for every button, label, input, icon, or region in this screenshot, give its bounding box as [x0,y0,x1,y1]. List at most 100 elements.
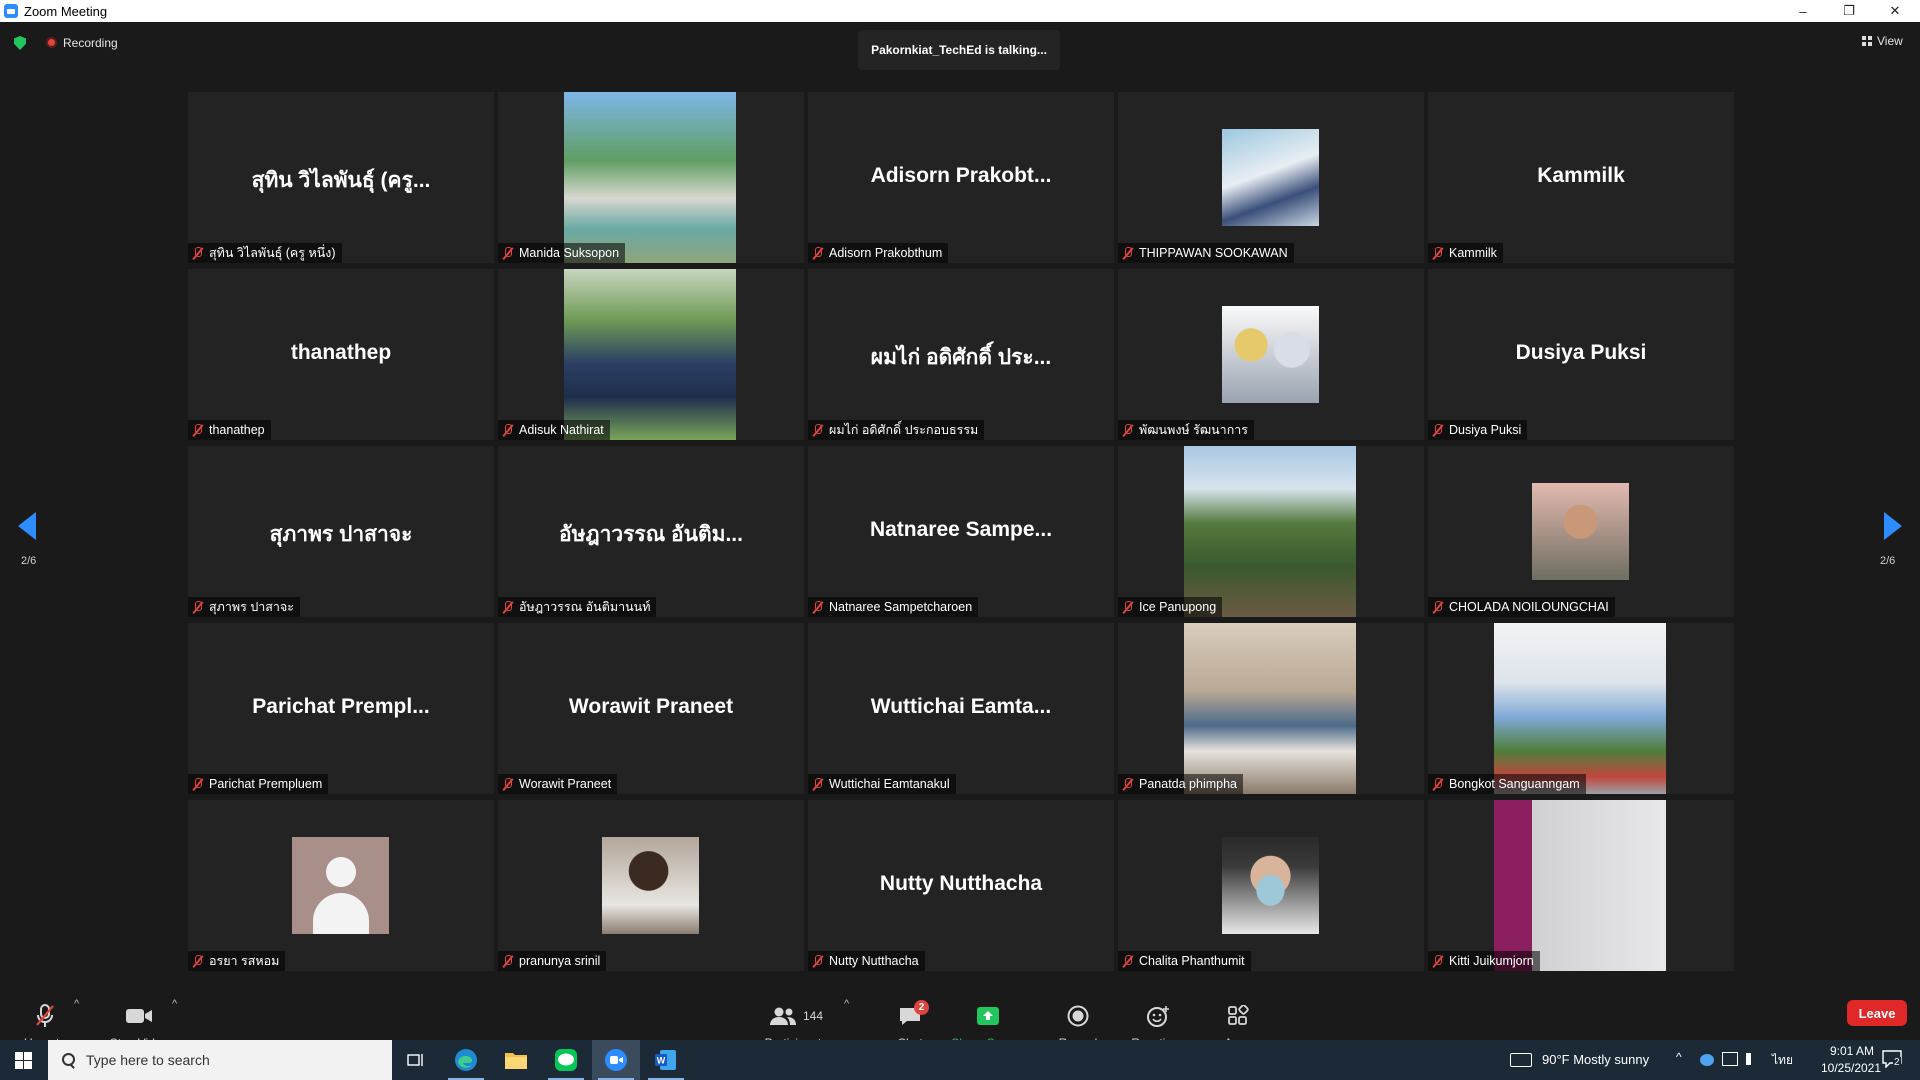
participant-video [1184,446,1356,617]
participants-options-chevron-icon[interactable]: ^ [844,998,849,1010]
participant-label: Manida Suksopon [498,243,626,263]
mic-muted-icon [812,423,824,437]
zoom-taskbar-icon[interactable] [592,1040,640,1080]
chat-icon: 2 [898,1000,929,1030]
weather-news-icon[interactable] [1510,1053,1532,1067]
participant-label: Adisorn Prakobthum [808,243,949,263]
participant-name: อรยา รสหอม [209,954,280,968]
participant-name-display: Parichat Prempl... [252,695,430,718]
video-tile[interactable]: Kammilk Kammilk [1428,92,1734,263]
video-tile[interactable]: สุภาพร ปาสาจะ สุภาพร ปาสาจะ [188,446,494,617]
volume-icon[interactable] [1746,1053,1758,1065]
participant-name: Kitti Juikumjorn [1449,954,1534,968]
participant-name: THIPPAWAN SOOKAWAN [1139,246,1288,260]
meeting-topbar: Recording Pakornkiat_TechEd is talking..… [0,22,1920,70]
windows-start-icon[interactable] [15,1052,32,1069]
search-icon [62,1053,76,1067]
video-tile[interactable]: THIPPAWAN SOOKAWAN [1118,92,1424,263]
word-app-icon[interactable]: W [642,1040,690,1080]
video-tile[interactable]: Kitti Juikumjorn [1428,800,1734,971]
mic-muted-icon [1432,954,1444,968]
next-page-icon[interactable] [1884,512,1904,540]
participant-name: Worawit Praneet [519,777,612,791]
line-app-icon[interactable] [542,1040,590,1080]
video-tile[interactable]: pranunya srinil [498,800,804,971]
video-tile[interactable]: อรยา รสหอม [188,800,494,971]
video-tile[interactable]: thanathep thanathep [188,269,494,440]
participant-name-display: Nutty Nutthacha [879,872,1043,895]
participant-avatar [1532,483,1629,580]
video-tile[interactable]: Nutty Nutthacha Nutty Nutthacha [808,800,1114,971]
windows-taskbar: Type here to search W 90°F Mostly sunny … [0,1040,1920,1080]
video-options-chevron-icon[interactable]: ^ [172,998,177,1010]
show-hidden-icons-chevron-icon[interactable]: ^ [1676,1050,1682,1064]
participant-name-display: อัษฎาวรรณ อันติม... [559,523,743,546]
video-tile[interactable]: Wuttichai Eamta... Wuttichai Eamtanakul [808,623,1114,794]
participant-name: Nutty Nutthacha [829,954,919,968]
video-tile[interactable]: ผมไก่ อดิศักดิ์ ประ... ผมไก่ อดิศักดิ์ ป… [808,269,1114,440]
participant-name-display: Natnaree Sampe... [869,518,1053,541]
onedrive-icon[interactable] [1700,1054,1714,1066]
page-indicator-right: 2/6 [1880,555,1896,567]
video-tile[interactable]: Adisorn Prakobt... Adisorn Prakobthum [808,92,1114,263]
input-language[interactable]: ไทย [1772,1051,1793,1070]
video-tile[interactable]: Adisuk Nathirat [498,269,804,440]
participant-name: Parichat Prempluem [209,777,323,791]
participant-label: สุภาพร ปาสาจะ [188,597,300,617]
participant-label: Natnaree Sampetcharoen [808,597,979,617]
previous-page-icon[interactable] [18,512,38,540]
taskbar-search-input[interactable]: Type here to search [48,1040,392,1080]
participant-label: Worawit Praneet [498,774,618,794]
video-tile[interactable]: Panatda phimpha [1118,623,1424,794]
mic-muted-icon [812,777,824,791]
video-tile[interactable]: CHOLADA NOILOUNGCHAI [1428,446,1734,617]
participant-label: Kitti Juikumjorn [1428,951,1540,971]
file-explorer-icon[interactable] [492,1040,540,1080]
participant-name: Bongkot Sanguanngam [1449,777,1580,791]
svg-text:W: W [657,1056,666,1066]
network-icon[interactable] [1722,1052,1738,1066]
participant-name: Panatda phimpha [1139,777,1237,791]
participant-video [1494,623,1666,794]
mic-muted-icon [502,954,514,968]
restore-button[interactable]: ❐ [1826,0,1872,22]
audio-options-chevron-icon[interactable]: ^ [74,998,79,1010]
minimize-button[interactable]: – [1780,0,1826,22]
mic-muted-icon [1432,600,1444,614]
notification-center-icon[interactable]: 2 [1882,1050,1902,1069]
participant-name: อัษฎาวรรณ อันติมานนท์ [519,600,651,614]
mic-muted-icon [1432,777,1444,791]
participant-name: Adisorn Prakobthum [829,246,943,260]
video-tile[interactable]: Chalita Phanthumit [1118,800,1424,971]
video-tile[interactable]: สุทิน วิไลพันธุ์ (ครู... สุทิน วิไลพันธุ… [188,92,494,263]
record-icon [1067,1002,1089,1030]
video-tile[interactable]: Parichat Prempl... Parichat Prempluem [188,623,494,794]
close-button[interactable]: ✕ [1872,0,1918,22]
participant-avatar [602,837,699,934]
leave-button[interactable]: Leave [1847,1000,1907,1026]
video-tile[interactable]: อัษฎาวรรณ อันติม... อัษฎาวรรณ อันติมานนท… [498,446,804,617]
participant-label: Kammilk [1428,243,1503,263]
participant-count: 144 [802,1009,824,1023]
video-tile[interactable]: Dusiya Puksi Dusiya Puksi [1428,269,1734,440]
participants-icon: 144 [769,1002,823,1030]
video-tile[interactable]: Worawit Praneet Worawit Praneet [498,623,804,794]
video-tile[interactable]: Ice Panupong [1118,446,1424,617]
task-view-icon[interactable] [392,1040,440,1080]
participant-name: CHOLADA NOILOUNGCHAI [1449,600,1609,614]
participant-label: thanathep [188,420,271,440]
weather-text[interactable]: 90°F Mostly sunny [1542,1052,1649,1067]
participant-video [1184,623,1356,794]
view-button[interactable]: View [1862,34,1903,48]
video-tile[interactable]: พัฒนพงษ์ รัฒนาการ [1118,269,1424,440]
video-tile[interactable]: Natnaree Sampe... Natnaree Sampetcharoen [808,446,1114,617]
view-label: View [1877,34,1903,48]
edge-browser-icon[interactable] [442,1040,490,1080]
participant-label: Wuttichai Eamtanakul [808,774,956,794]
clock-time[interactable]: 9:01 AM [1812,1044,1892,1058]
video-tile[interactable]: Bongkot Sanguanngam [1428,623,1734,794]
participant-name: Kammilk [1449,246,1497,260]
video-tile[interactable]: Manida Suksopon [498,92,804,263]
security-shield-icon[interactable] [14,36,26,50]
participant-name-display: Worawit Praneet [568,695,734,718]
